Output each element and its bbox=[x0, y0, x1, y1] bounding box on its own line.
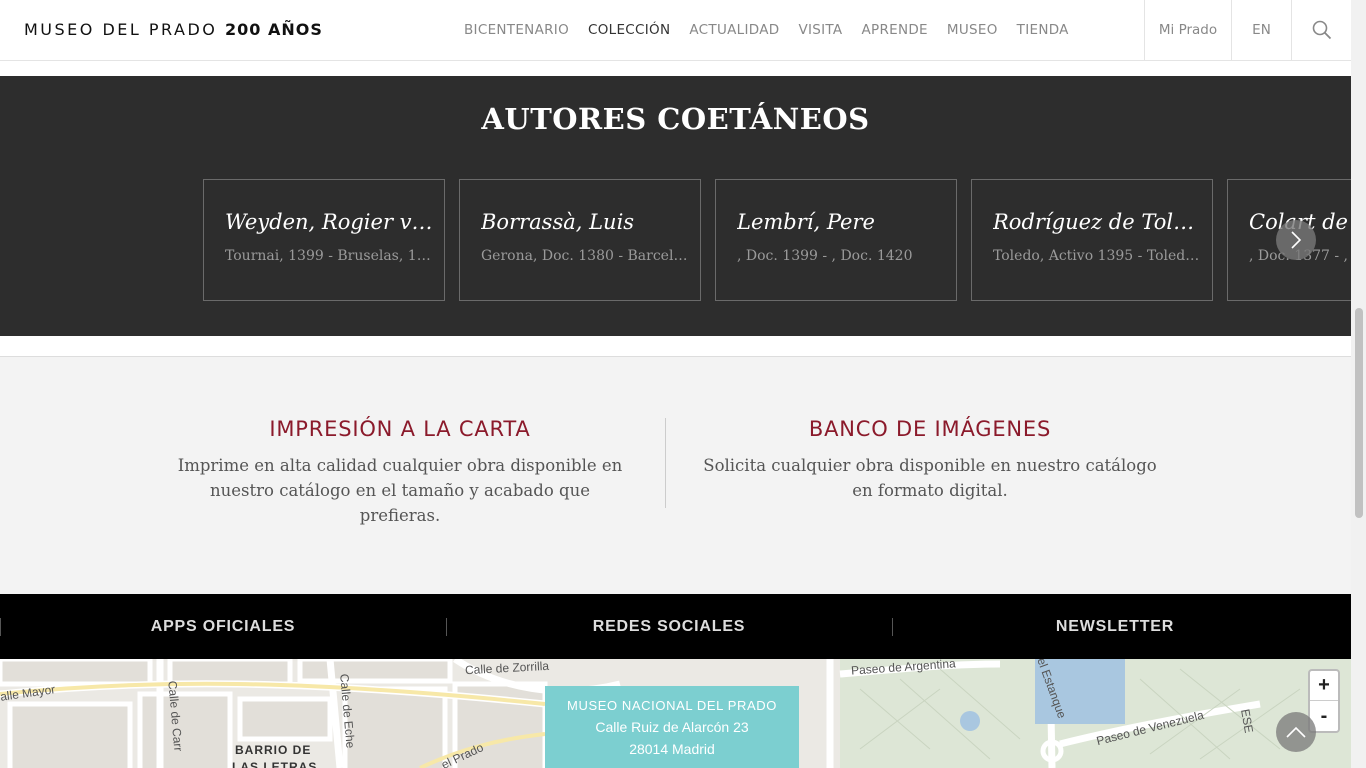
section-title: AUTORES COETÁNEOS bbox=[481, 102, 870, 136]
logo-text: MUSEO DEL PRADO bbox=[24, 20, 218, 39]
author-name: Lembrí, Pere bbox=[737, 210, 875, 234]
print-on-demand-service[interactable]: IMPRESIÓN A LA CARTA Imprime en alta cal… bbox=[170, 417, 630, 528]
search-icon bbox=[1312, 20, 1331, 40]
footer-links-bar: APPS OFICIALES REDES SOCIALES NEWSLETTER bbox=[0, 594, 1351, 659]
language-switch[interactable]: EN bbox=[1231, 0, 1291, 60]
services-section: IMPRESIÓN A LA CARTA Imprime en alta cal… bbox=[0, 356, 1351, 594]
autores-coetaneos-section: AUTORES COETÁNEOS Weyden, Rogier van der… bbox=[0, 76, 1351, 336]
logo-bold-text: 200 AÑOS bbox=[224, 20, 323, 39]
nav-right: Mi Prado EN bbox=[1144, 0, 1351, 60]
author-card[interactable]: Borrassà, Luis Gerona, Doc. 1380 - Barce… bbox=[459, 179, 701, 301]
location-map[interactable]: Calle de Zorrilla Paseo de Argentina all… bbox=[0, 659, 1351, 768]
main-nav: BICENTENARIO COLECCIÓN ACTUALIDAD VISITA… bbox=[464, 0, 1088, 60]
redes-sociales-link[interactable]: REDES SOCIALES bbox=[446, 594, 892, 659]
service-description-line: en formato digital. bbox=[852, 481, 1008, 500]
service-title: BANCO DE IMÁGENES bbox=[808, 417, 1052, 441]
museum-city: 28014 Madrid bbox=[629, 741, 715, 757]
district-label: LAS LETRAS bbox=[232, 760, 318, 768]
nav-item-museo[interactable]: MUSEO bbox=[947, 22, 998, 38]
service-description: Imprime en alta calidad cualquier obra d… bbox=[170, 453, 630, 528]
back-to-top-button[interactable] bbox=[1276, 712, 1316, 752]
scrollbar-thumb[interactable] bbox=[1355, 308, 1363, 518]
author-name: Borrassà, Luis bbox=[481, 210, 635, 234]
chevron-up-icon bbox=[1286, 726, 1306, 738]
author-dates: Tournai, 1399 - Bruselas, 1464 bbox=[225, 248, 433, 264]
author-card[interactable]: Lembrí, Pere , Doc. 1399 - , Doc. 1420 bbox=[715, 179, 957, 301]
page-scrollbar[interactable] bbox=[1351, 0, 1366, 768]
author-dates: Gerona, Doc. 1380 - Barcelona, 1425 bbox=[481, 248, 689, 264]
nav-item-visita[interactable]: VISITA bbox=[798, 22, 842, 38]
district-label: BARRIO DE bbox=[235, 743, 312, 757]
author-card[interactable]: Rodríguez de Toledo, Juan Toledo, Activo… bbox=[971, 179, 1213, 301]
site-logo[interactable]: MUSEO DEL PRADO 200 AÑOS bbox=[24, 20, 323, 39]
author-card[interactable]: Weyden, Rogier van der Tournai, 1399 - B… bbox=[203, 179, 445, 301]
apps-oficiales-link[interactable]: APPS OFICIALES bbox=[0, 594, 446, 659]
author-name: Rodríguez de Toledo, Juan bbox=[993, 210, 1203, 234]
author-dates: Toledo, Activo 1395 - Toledo, 1420 bbox=[993, 248, 1201, 264]
chevron-right-icon bbox=[1291, 231, 1302, 249]
nav-item-coleccion[interactable]: COLECCIÓN bbox=[588, 22, 670, 38]
service-description: Solicita cualquier obra disponible en nu… bbox=[700, 453, 1160, 503]
carousel-next-button[interactable] bbox=[1276, 220, 1316, 260]
service-description-line: Solicita cualquier obra disponible en nu… bbox=[703, 456, 1157, 475]
site-header: MUSEO DEL PRADO 200 AÑOS BICENTENARIO CO… bbox=[0, 0, 1351, 61]
zoom-in-button[interactable]: + bbox=[1310, 671, 1338, 701]
image-bank-service[interactable]: BANCO DE IMÁGENES Solicita cualquier obr… bbox=[700, 417, 1160, 503]
service-description-line: Imprime en alta calidad cualquier obra d… bbox=[177, 456, 623, 475]
museum-address-box: MUSEO NACIONAL DEL PRADO Calle Ruiz de A… bbox=[545, 686, 799, 768]
museum-name: MUSEO NACIONAL DEL PRADO bbox=[567, 698, 777, 713]
author-dates: , Doc. 1399 - , Doc. 1420 bbox=[737, 248, 913, 264]
mi-prado-link[interactable]: Mi Prado bbox=[1144, 0, 1231, 60]
service-description-line: nuestro catálogo en el tamaño y acabado … bbox=[210, 481, 590, 525]
service-title: IMPRESIÓN A LA CARTA bbox=[269, 417, 531, 441]
nav-item-tienda[interactable]: TIENDA bbox=[1017, 22, 1069, 38]
search-button[interactable] bbox=[1291, 0, 1351, 60]
divider bbox=[665, 418, 666, 508]
author-name: Weyden, Rogier van der bbox=[225, 210, 435, 234]
nav-item-aprende[interactable]: APRENDE bbox=[861, 22, 927, 38]
nav-item-bicentenario[interactable]: BICENTENARIO bbox=[464, 22, 569, 38]
nav-item-actualidad[interactable]: ACTUALIDAD bbox=[689, 22, 779, 38]
museum-street: Calle Ruiz de Alarcón 23 bbox=[595, 719, 749, 735]
newsletter-link[interactable]: NEWSLETTER bbox=[892, 594, 1338, 659]
